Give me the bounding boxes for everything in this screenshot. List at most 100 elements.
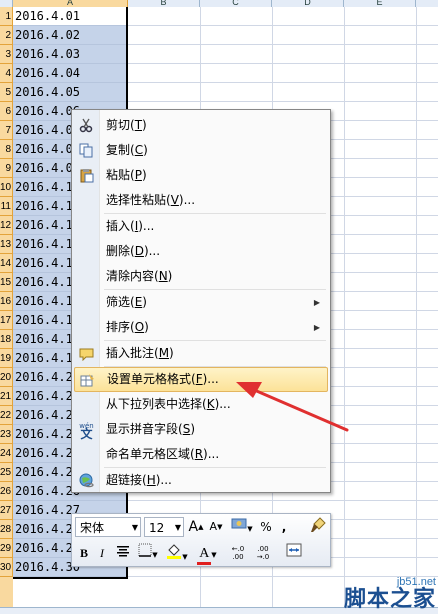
corner-select-all[interactable]	[0, 0, 13, 7]
increase-decimal-button[interactable]: ←.0.00	[227, 543, 249, 563]
table-cell[interactable]: 2016.4.05	[13, 83, 126, 102]
context-menu: 剪切(T) 复制(C) 粘贴(P) 选择性粘贴(V)... 插入(I)... 删除(D).…	[71, 109, 331, 493]
row-header[interactable]: 28	[0, 520, 13, 539]
grow-font-button[interactable]: A▲	[187, 517, 205, 537]
menu-item-h[interactable]: 超链接(H)...	[74, 468, 328, 493]
row-header[interactable]: 3	[0, 45, 13, 64]
menu-item-label: 命名单元格区域(R)...	[106, 447, 220, 461]
row-header[interactable]: 18	[0, 330, 13, 349]
row-header[interactable]: 9	[0, 159, 13, 178]
menu-item-label: 显示拼音字段(S)	[106, 422, 195, 436]
merge-center-button[interactable]	[284, 543, 304, 563]
format-painter-button[interactable]	[308, 517, 328, 537]
table-cell[interactable]: 2016.4.04	[13, 64, 126, 83]
chevron-down-icon: ▼	[174, 523, 181, 532]
row-header[interactable]: 19	[0, 349, 13, 368]
row-header[interactable]: 24	[0, 444, 13, 463]
phonetic-icon: wén 文	[79, 421, 94, 441]
shrink-font-button[interactable]: A▼	[207, 517, 225, 537]
row-header[interactable]: 7	[0, 121, 13, 140]
menu-item-label: 清除内容(N)	[106, 269, 173, 283]
menu-item-label: 插入批注(M)	[106, 346, 174, 360]
menu-item-label: 超链接(H)...	[106, 473, 172, 487]
row-header[interactable]: 16	[0, 292, 13, 311]
merge-center-icon	[286, 543, 302, 557]
row-header[interactable]: 2	[0, 26, 13, 45]
row-header[interactable]: 29	[0, 539, 13, 558]
menu-item-label: 排序(O)	[106, 320, 149, 334]
menu-item-label: 从下拉列表中选择(K)...	[106, 397, 231, 411]
menu-item-r[interactable]: 命名单元格区域(R)...	[74, 442, 328, 467]
menu-item-p[interactable]: 粘贴(P)	[74, 163, 328, 188]
percent-style-button[interactable]: %	[258, 517, 274, 537]
scissors-icon	[78, 117, 95, 134]
menu-item-e[interactable]: 筛选(E) ▶	[74, 290, 328, 315]
font-color-button[interactable]: A ▼	[194, 543, 220, 565]
fill-color-button[interactable]: ▼	[164, 543, 190, 563]
row-header[interactable]: 13	[0, 235, 13, 254]
menu-item-t[interactable]: 剪切(T)	[74, 113, 328, 138]
italic-button[interactable]: I	[94, 543, 110, 563]
menu-item-label: 删除(D)...	[106, 244, 161, 258]
row-header[interactable]: 11	[0, 197, 13, 216]
menu-item-f[interactable]: 设置单元格格式(F)...	[74, 367, 328, 392]
menu-item-d[interactable]: 删除(D)...	[74, 239, 328, 264]
column-header-e[interactable]: E	[344, 0, 416, 7]
comment-icon	[78, 345, 95, 362]
shrink-font-label: A	[209, 520, 218, 533]
column-header-d[interactable]: D	[272, 0, 344, 7]
comma-style-button[interactable]: ,	[277, 517, 291, 537]
font-color-letter: A	[197, 546, 212, 565]
borders-button[interactable]: ▼	[136, 543, 160, 563]
fill-color-icon	[167, 544, 182, 559]
row-header[interactable]: 14	[0, 254, 13, 273]
bold-button[interactable]: B	[76, 543, 92, 563]
row-header[interactable]: 27	[0, 501, 13, 520]
row-header[interactable]: 23	[0, 425, 13, 444]
row-header[interactable]: 30	[0, 558, 13, 577]
row-header[interactable]: 22	[0, 406, 13, 425]
row-header[interactable]: 6	[0, 102, 13, 121]
borders-icon	[138, 543, 152, 557]
row-header[interactable]: 4	[0, 64, 13, 83]
row-header[interactable]: 5	[0, 83, 13, 102]
row-header[interactable]: 17	[0, 311, 13, 330]
column-header-b[interactable]: B	[128, 0, 200, 7]
menu-item-s[interactable]: wén 文显示拼音字段(S)	[74, 417, 328, 442]
row-header[interactable]: 8	[0, 140, 13, 159]
table-cell[interactable]: 2016.4.03	[13, 45, 126, 64]
font-name-combo[interactable]: 宋体 ▼	[75, 517, 141, 537]
paste-icon	[78, 167, 95, 184]
center-align-button[interactable]	[114, 543, 132, 563]
menu-item-label: 选择性粘贴(V)...	[106, 193, 196, 207]
accounting-format-button[interactable]: ▼	[229, 517, 255, 537]
menu-item-o[interactable]: 排序(O) ▶	[74, 315, 328, 340]
column-header-a[interactable]: A	[13, 0, 128, 7]
menu-item-m[interactable]: 插入批注(M)	[74, 341, 328, 366]
format-cells-icon	[79, 372, 96, 389]
active-cell[interactable]: 2016.4.01	[13, 7, 126, 26]
row-header[interactable]: 10	[0, 178, 13, 197]
row-header[interactable]: 26	[0, 482, 13, 501]
row-header[interactable]: 25	[0, 463, 13, 482]
row-header[interactable]: 1	[0, 7, 13, 26]
menu-item-n[interactable]: 清除内容(N)	[74, 264, 328, 289]
row-header[interactable]: 12	[0, 216, 13, 235]
watermark-text: 脚本之家	[343, 587, 436, 612]
column-headers: A B C D E	[0, 0, 438, 7]
center-align-icon	[117, 546, 129, 557]
menu-item-label: 插入(I)...	[106, 219, 155, 233]
table-cell[interactable]: 2016.4.02	[13, 26, 126, 45]
row-header[interactable]: 15	[0, 273, 13, 292]
row-header[interactable]: 21	[0, 387, 13, 406]
menu-item-i[interactable]: 插入(I)...	[74, 214, 328, 239]
menu-item-c[interactable]: 复制(C)	[74, 138, 328, 163]
chevron-down-icon: ▼	[131, 523, 138, 532]
decrease-decimal-button[interactable]: .00 →.0	[252, 543, 274, 563]
row-header[interactable]: 20	[0, 368, 13, 387]
menu-item-v[interactable]: 选择性粘贴(V)...	[74, 188, 328, 213]
menu-item-k[interactable]: 从下拉列表中选择(K)...	[74, 392, 328, 417]
submenu-arrow-icon: ▶	[313, 323, 320, 332]
font-size-combo[interactable]: 12 ▼	[144, 517, 184, 537]
column-header-c[interactable]: C	[200, 0, 272, 7]
